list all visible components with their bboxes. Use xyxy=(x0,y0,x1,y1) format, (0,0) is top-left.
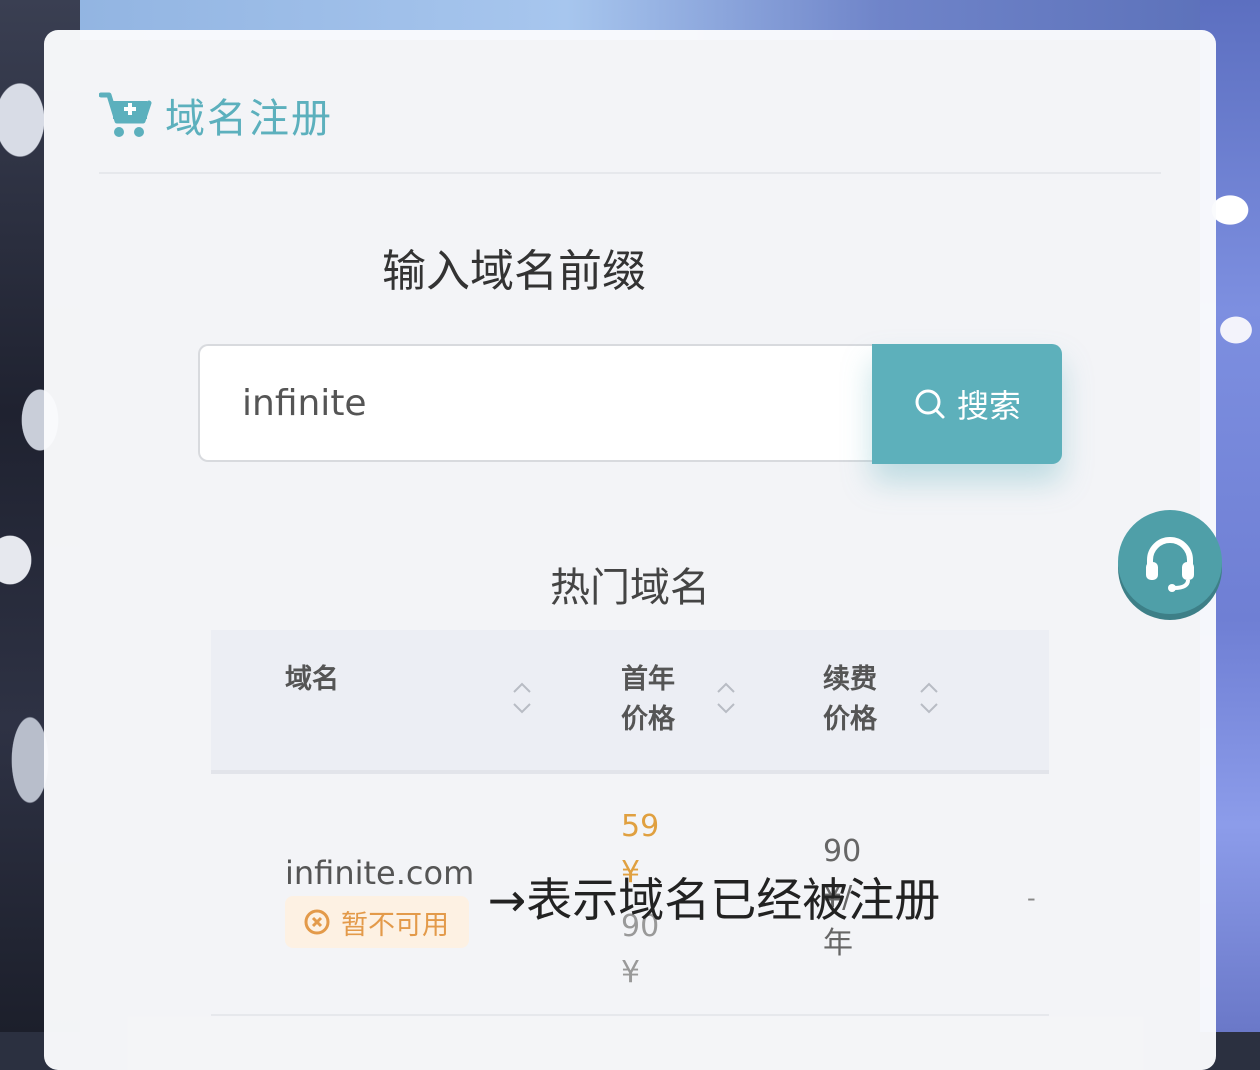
search-icon xyxy=(915,389,945,419)
domain-search-input[interactable] xyxy=(198,344,872,462)
cart-plus-icon xyxy=(99,92,152,137)
table-header: 域名 首年 价格 续费 价格 xyxy=(211,630,1049,774)
status-badge: 暂不可用 xyxy=(285,896,469,948)
search-button-label: 搜索 xyxy=(956,387,1021,425)
page-title: 域名注册 xyxy=(165,96,333,142)
column-first-year-price[interactable]: 首年 价格 xyxy=(621,660,681,740)
page-header: 域名注册 xyxy=(99,80,333,150)
column-domain-label: 域名 xyxy=(285,664,339,695)
hot-domains-title: 热门域名 xyxy=(550,565,710,611)
search-button[interactable]: 搜索 xyxy=(872,344,1062,464)
column-domain[interactable]: 域名 xyxy=(285,660,339,700)
x-circle-icon xyxy=(304,909,330,935)
customer-support-button[interactable] xyxy=(1118,510,1222,614)
column-renewal-price[interactable]: 续费 价格 xyxy=(823,660,883,740)
sort-renewal-icon[interactable] xyxy=(918,680,940,716)
header-divider xyxy=(99,172,1161,174)
annotation-text: →表示域名已经被注册 xyxy=(487,873,941,927)
row-domain-name: infinite.com xyxy=(285,854,475,892)
search-title: 输入域名前缀 xyxy=(382,246,646,297)
headset-icon xyxy=(1146,537,1194,592)
hot-domains-table: 域名 首年 价格 续费 价格 infinite.com 暂不可用 59 ¥ 90… xyxy=(211,630,1049,1016)
sort-domain-icon[interactable] xyxy=(511,680,533,716)
sort-first-year-icon[interactable] xyxy=(715,680,737,716)
row-action: - xyxy=(1027,884,1036,912)
status-text: 暂不可用 xyxy=(341,909,449,941)
